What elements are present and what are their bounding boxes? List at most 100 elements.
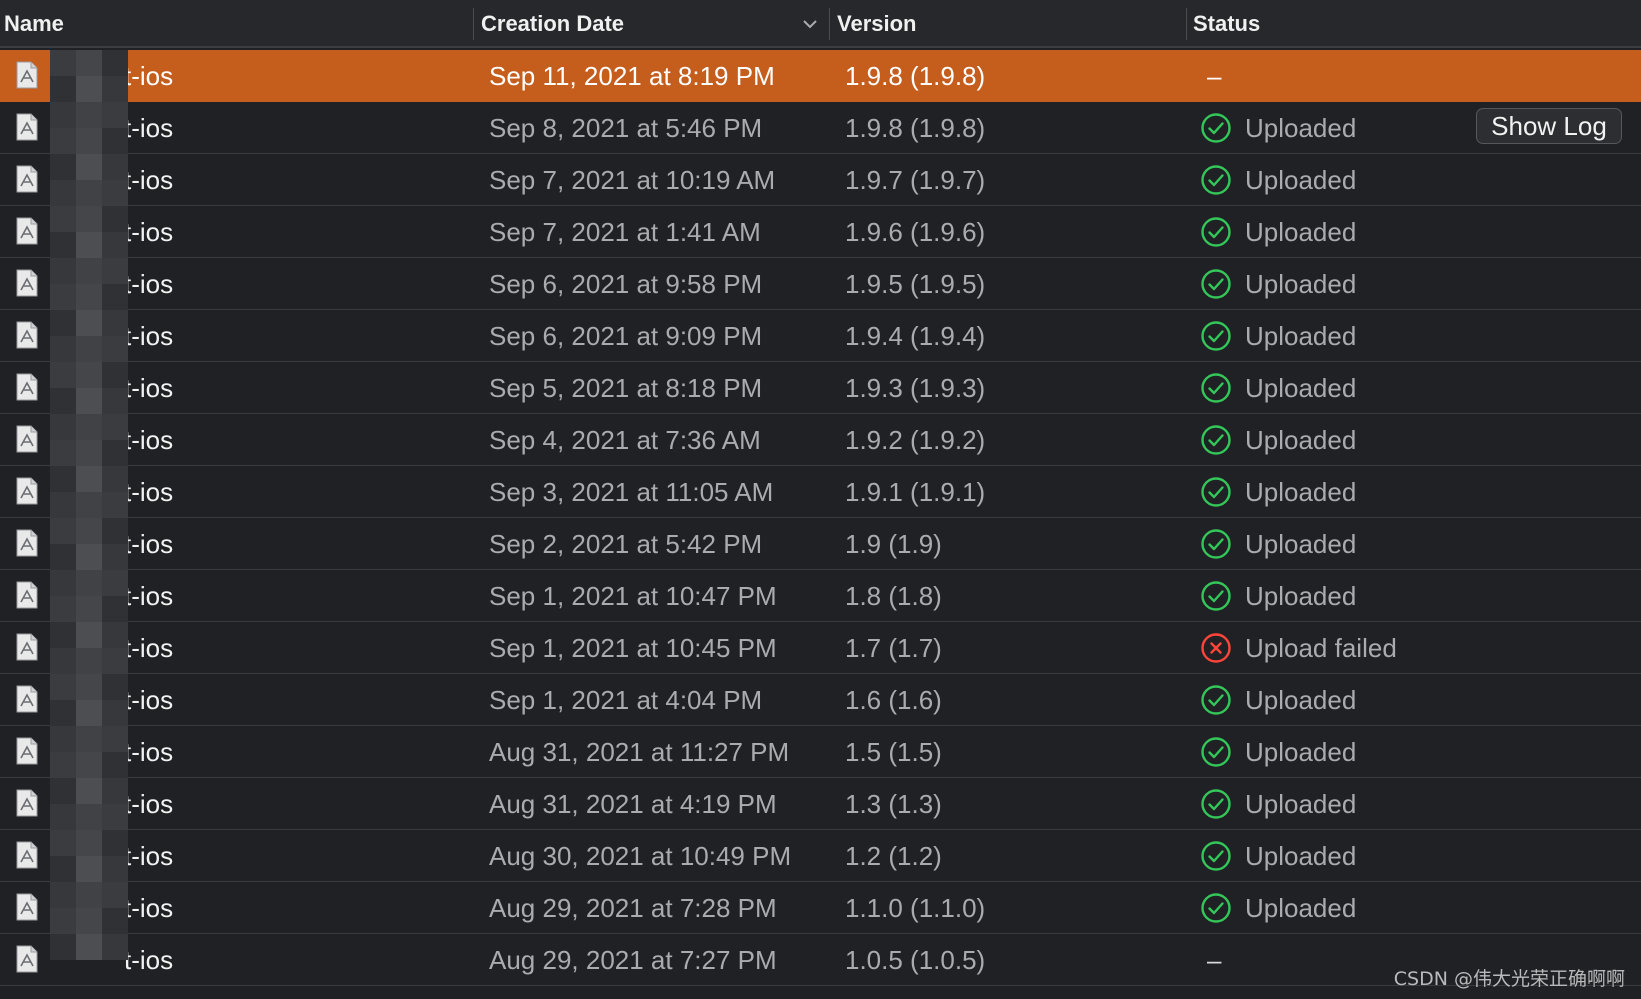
version-label: 1.9.1 (1.9.1) [845,477,986,507]
status-label: Uploaded [1245,425,1357,455]
creation-date: Sep 1, 2021 at 4:04 PM [489,685,763,715]
archive-name: t-ios [124,61,174,91]
archive-file-icon [16,217,38,245]
table-row[interactable]: t-ios Sep 11, 2021 at 8:19 PM 1.9.8 (1.9.8… [0,50,1641,102]
creation-date: Sep 7, 2021 at 10:19 AM [489,165,776,195]
archive-file-icon [16,685,38,713]
status-label: Uploaded [1245,685,1357,715]
archive-name: t-ios [124,841,174,871]
creation-date: Sep 1, 2021 at 10:47 PM [489,581,777,611]
archive-name: t-ios [124,789,174,819]
creation-date: Aug 31, 2021 at 11:27 PM [489,737,790,767]
checkmark-circle-icon [1201,893,1231,923]
archive-name: t-ios [124,633,174,663]
creation-date: Aug 29, 2021 at 7:27 PM [489,945,777,975]
archive-name: t-ios [124,217,174,247]
checkmark-circle-icon [1201,477,1231,507]
xmark-circle-icon [1201,633,1231,663]
version-label: 1.9.7 (1.9.7) [845,165,986,195]
watermark-text: CSDN @伟大光荣正确啊啊 [1393,968,1625,990]
archive-name: t-ios [124,477,174,507]
column-header-status[interactable]: Status [1193,0,1260,48]
table-row[interactable]: t-ios Sep 7, 2021 at 1:41 AM 1.9.6 (1.9.6)… [0,206,1641,258]
version-label: 1.9.8 (1.9.8) [845,61,986,91]
creation-date: Sep 3, 2021 at 11:05 AM [489,477,774,507]
archive-file-icon [16,373,38,401]
status-label: Uploaded [1245,113,1357,143]
column-separator[interactable] [473,8,474,40]
table-row[interactable]: t-ios Sep 6, 2021 at 9:09 PM 1.9.4 (1.9.4)… [0,310,1641,362]
archive-file-icon [16,789,38,817]
column-separator[interactable] [1186,8,1187,40]
archive-name: t-ios [124,945,174,975]
archive-file-icon [16,61,38,89]
checkmark-circle-icon [1201,217,1231,247]
archive-file-icon [16,737,38,765]
version-label: 1.9 (1.9) [845,529,942,559]
creation-date: Aug 31, 2021 at 4:19 PM [489,789,777,819]
table-row[interactable]: t-ios Sep 8, 2021 at 5:46 PM 1.9.8 (1.9.8)… [0,102,1641,154]
version-label: 1.9.3 (1.9.3) [845,373,986,403]
archive-file-icon [16,113,38,141]
table-row[interactable]: t-ios Aug 30, 2021 at 10:49 PM 1.2 (1.2) Up… [0,830,1641,882]
column-separator[interactable] [829,8,830,40]
table-row[interactable]: t-ios Sep 5, 2021 at 8:18 PM 1.9.3 (1.9.3)… [0,362,1641,414]
version-label: 1.9.2 (1.9.2) [845,425,986,455]
table-row[interactable]: t-ios Sep 3, 2021 at 11:05 AM 1.9.1 (1.9.1… [0,466,1641,518]
status-dash: – [1207,61,1222,91]
table-row[interactable]: t-ios Sep 1, 2021 at 10:47 PM 1.8 (1.8) Upl… [0,570,1641,622]
table-row[interactable]: t-ios Sep 1, 2021 at 10:45 PM 1.7 (1.7) Upl… [0,622,1641,674]
status-label: Uploaded [1245,737,1357,767]
checkmark-circle-icon [1201,269,1231,299]
archive-file-icon [16,321,38,349]
archive-file-icon [16,425,38,453]
archive-name: t-ios [124,893,174,923]
archive-file-icon [16,841,38,869]
archive-name: t-ios [124,113,174,143]
table-row[interactable]: t-ios Aug 29, 2021 at 7:28 PM 1.1.0 (1.1.0… [0,882,1641,934]
version-label: 1.0.5 (1.0.5) [845,945,986,975]
archive-name: t-ios [124,737,174,767]
table-row[interactable]: t-ios Sep 7, 2021 at 10:19 AM 1.9.7 (1.9.7… [0,154,1641,206]
creation-date: Sep 7, 2021 at 1:41 AM [489,217,761,247]
archive-name: t-ios [124,269,174,299]
archive-name: t-ios [124,321,174,351]
status-label: Uploaded [1245,217,1357,247]
archive-name: t-ios [124,425,174,455]
table-row[interactable]: t-ios Aug 31, 2021 at 11:27 PM 1.5 (1.5) Up… [0,726,1641,778]
archive-file-icon [16,477,38,505]
version-label: 1.3 (1.3) [845,789,942,819]
status-label: Uploaded [1245,373,1357,403]
creation-date: Sep 8, 2021 at 5:46 PM [489,113,763,143]
status-dash: – [1207,945,1222,975]
checkmark-circle-icon [1201,425,1231,455]
table-row[interactable]: t-ios Sep 4, 2021 at 7:36 AM 1.9.2 (1.9.2)… [0,414,1641,466]
column-header-creation-date[interactable]: Creation Date [481,0,624,48]
chevron-down-icon[interactable] [800,14,820,34]
creation-date: Aug 30, 2021 at 10:49 PM [489,841,792,871]
checkmark-circle-icon [1201,321,1231,351]
table-row[interactable]: t-ios Aug 31, 2021 at 4:19 PM 1.3 (1.3) Upl… [0,778,1641,830]
checkmark-circle-icon [1201,737,1231,767]
column-header-version[interactable]: Version [837,0,916,48]
version-label: 1.5 (1.5) [845,737,942,767]
version-label: 1.8 (1.8) [845,581,942,611]
version-label: 1.1.0 (1.1.0) [845,893,986,923]
show-log-button[interactable]: Show Log [1476,108,1622,144]
archive-file-icon [16,945,38,973]
creation-date: Sep 6, 2021 at 9:09 PM [489,321,763,351]
version-label: 1.6 (1.6) [845,685,942,715]
column-header-name[interactable]: Name [4,0,64,48]
archive-name: t-ios [124,165,174,195]
table-row[interactable]: t-ios Sep 1, 2021 at 4:04 PM 1.6 (1.6) Uplo… [0,674,1641,726]
table-row[interactable]: t-ios Sep 6, 2021 at 9:58 PM 1.9.5 (1.9.5)… [0,258,1641,310]
table-header: Name Creation Date Version Status [0,0,1641,48]
creation-date: Sep 1, 2021 at 10:45 PM [489,633,777,663]
version-label: 1.9.8 (1.9.8) [845,113,986,143]
archives-window: Name Creation Date Version Status t-ios S… [0,0,1641,999]
version-label: 1.7 (1.7) [845,633,942,663]
archive-name: t-ios [124,581,174,611]
table-row[interactable]: t-ios Sep 2, 2021 at 5:42 PM 1.9 (1.9) Uplo… [0,518,1641,570]
archive-file-icon [16,581,38,609]
status-label: Uploaded [1245,321,1357,351]
